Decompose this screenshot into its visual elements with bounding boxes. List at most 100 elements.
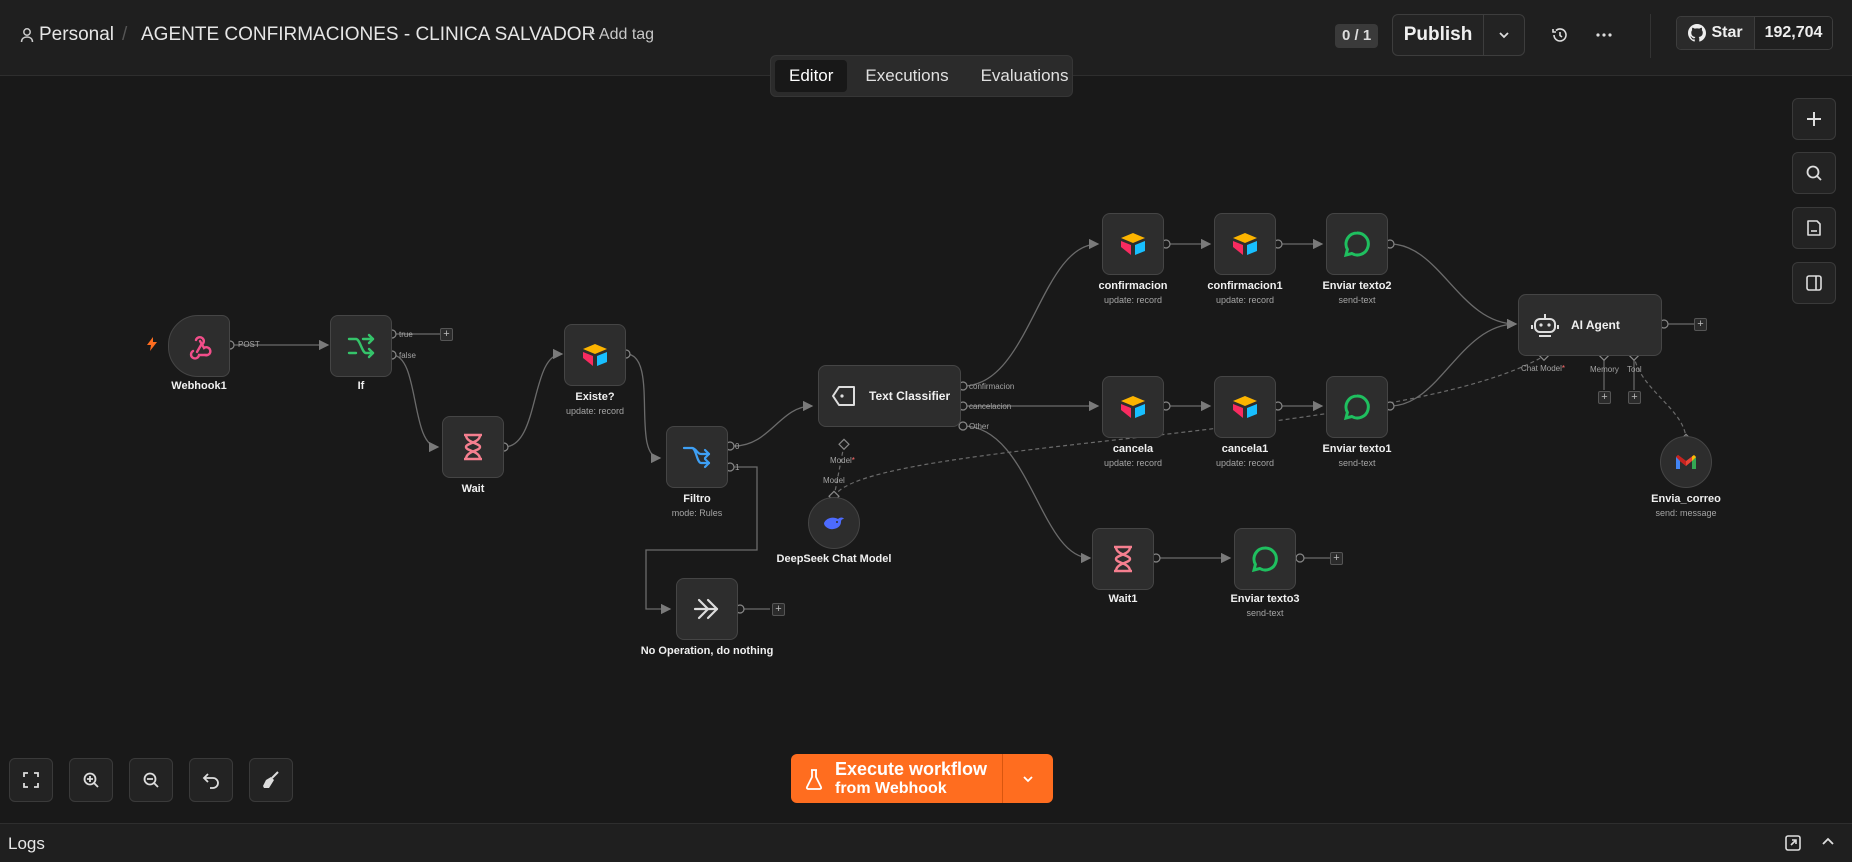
execute-workflow-group: Execute workflow from Webhook xyxy=(791,754,1053,803)
node-enviar-texto1-label: Enviar texto1 send-text xyxy=(1322,443,1392,468)
add-tag-button[interactable]: + Add tag xyxy=(586,26,654,44)
edge-label-confirmacion: confirmacion xyxy=(969,382,1015,391)
node-envia-correo-label: Envia_correo send: message xyxy=(1651,493,1721,518)
broom-icon xyxy=(263,771,279,788)
more-options-button[interactable] xyxy=(1591,22,1617,48)
github-star-label: Star xyxy=(1711,24,1743,41)
tab-evaluations[interactable]: Evaluations xyxy=(967,60,1083,92)
add-node-if-true[interactable]: + xyxy=(440,328,453,341)
add-node-noop[interactable]: + xyxy=(772,603,785,616)
node-deepseek[interactable] xyxy=(808,497,860,549)
user-icon xyxy=(20,28,34,43)
tab-executions[interactable]: Executions xyxy=(851,60,962,92)
hourglass-icon xyxy=(464,433,482,461)
workflow-title[interactable]: AGENTE CONFIRMACIONES - CLINICA SALVADOR xyxy=(141,24,595,46)
search-icon xyxy=(1806,165,1822,181)
node-enviar-texto1[interactable] xyxy=(1326,376,1388,438)
add-node-ai-agent[interactable]: + xyxy=(1694,318,1707,331)
chevron-down-icon xyxy=(1499,32,1509,39)
logs-expand-button[interactable] xyxy=(1820,834,1836,855)
history-button[interactable] xyxy=(1547,22,1573,48)
github-icon xyxy=(1688,24,1707,42)
zoom-out-button[interactable] xyxy=(129,758,173,802)
zoom-in-button[interactable] xyxy=(69,758,113,802)
sticky-note-button[interactable] xyxy=(1792,207,1836,249)
node-confirmacion1[interactable] xyxy=(1214,213,1276,275)
edge-enviar1-agent xyxy=(1389,318,1518,407)
gmail-icon xyxy=(1676,455,1696,469)
logs-title: Logs xyxy=(8,834,45,853)
airtable-icon xyxy=(1121,233,1145,255)
execute-options-button[interactable] xyxy=(1003,754,1053,803)
header-divider xyxy=(1650,14,1651,58)
github-star-widget[interactable]: Star 192,704 xyxy=(1676,16,1833,50)
breadcrumb-separator: / xyxy=(122,24,128,45)
add-node-enviar-texto3[interactable]: + xyxy=(1330,552,1343,565)
toggle-panel-button[interactable] xyxy=(1792,262,1836,304)
execute-label: Execute workflow xyxy=(835,758,988,779)
node-wait[interactable] xyxy=(442,416,504,478)
agent-memory-label: Memory xyxy=(1590,365,1619,374)
project-name: Personal xyxy=(39,24,114,45)
node-ai-agent[interactable]: AI Agent xyxy=(1518,294,1662,356)
workflow-connections xyxy=(225,238,1694,615)
edge-deepseek-tc xyxy=(833,444,845,498)
execute-sublabel: from Webhook xyxy=(835,779,947,797)
node-text-classifier[interactable]: Text Classifier xyxy=(818,365,961,427)
tc-model-label: Model* xyxy=(830,456,855,465)
undo-button[interactable] xyxy=(189,758,233,802)
node-existe[interactable] xyxy=(564,324,626,386)
node-cancela1-label: cancela1 update: record xyxy=(1215,443,1275,468)
trigger-bolt-icon xyxy=(147,337,157,356)
edge-label-true: true xyxy=(399,330,413,339)
zoom-in-icon xyxy=(83,772,99,788)
add-memory-button[interactable]: + xyxy=(1598,391,1611,404)
node-if[interactable] xyxy=(330,315,392,377)
history-icon xyxy=(1552,28,1567,42)
chat-bubble-icon xyxy=(1343,231,1370,258)
arrow-right-icon xyxy=(693,598,719,620)
view-tabs: Editor Executions Evaluations xyxy=(770,55,1073,97)
logs-panel[interactable]: Logs xyxy=(0,823,1852,862)
add-node-toolbar-button[interactable] xyxy=(1792,98,1836,140)
node-cancela1[interactable] xyxy=(1214,376,1276,438)
node-enviar-texto2[interactable] xyxy=(1326,213,1388,275)
undo-icon xyxy=(202,773,219,789)
panel-right-icon xyxy=(1806,275,1822,291)
fit-view-button[interactable] xyxy=(9,758,53,802)
publish-options-button[interactable] xyxy=(1484,15,1524,55)
fullscreen-icon xyxy=(23,772,39,788)
more-horizontal-icon xyxy=(1596,33,1612,37)
add-tool-button[interactable]: + xyxy=(1628,391,1641,404)
node-cancela[interactable] xyxy=(1102,376,1164,438)
search-nodes-button[interactable] xyxy=(1792,152,1836,194)
node-confirmacion[interactable] xyxy=(1102,213,1164,275)
node-text-classifier-title: Text Classifier xyxy=(869,389,951,403)
tab-editor[interactable]: Editor xyxy=(775,60,848,92)
node-noop[interactable] xyxy=(676,578,738,640)
node-wait1-label: Wait1 xyxy=(1108,593,1138,605)
flask-icon xyxy=(805,768,823,790)
node-filtro[interactable] xyxy=(666,426,728,488)
edge-label-1: 1 xyxy=(735,463,740,472)
deepseek-model-label: Model xyxy=(823,476,845,485)
node-enviar-texto3-label: Enviar texto3 send-text xyxy=(1230,593,1300,618)
publish-button[interactable]: Publish xyxy=(1393,15,1484,55)
edge-if-wait xyxy=(391,354,440,453)
sticky-note-icon xyxy=(1807,220,1821,236)
edge-label-other: Other xyxy=(969,422,990,431)
node-enviar-texto2-label: Enviar texto2 send-text xyxy=(1322,280,1392,305)
node-deepseek-label: DeepSeek Chat Model xyxy=(776,553,892,565)
breadcrumb-project[interactable]: Personal xyxy=(20,24,114,46)
execute-workflow-button[interactable]: Execute workflow from Webhook xyxy=(791,754,1003,803)
node-enviar-texto3[interactable] xyxy=(1234,528,1296,590)
node-envia-correo[interactable] xyxy=(1660,436,1712,488)
github-star-button[interactable]: Star xyxy=(1677,17,1755,49)
node-wait1[interactable] xyxy=(1092,528,1154,590)
popout-icon xyxy=(1785,835,1801,851)
tag-icon xyxy=(832,386,855,406)
logs-popout-button[interactable] xyxy=(1784,834,1802,857)
tidy-up-button[interactable] xyxy=(249,758,293,802)
plus-icon xyxy=(1807,112,1821,126)
node-webhook1[interactable] xyxy=(168,315,230,377)
